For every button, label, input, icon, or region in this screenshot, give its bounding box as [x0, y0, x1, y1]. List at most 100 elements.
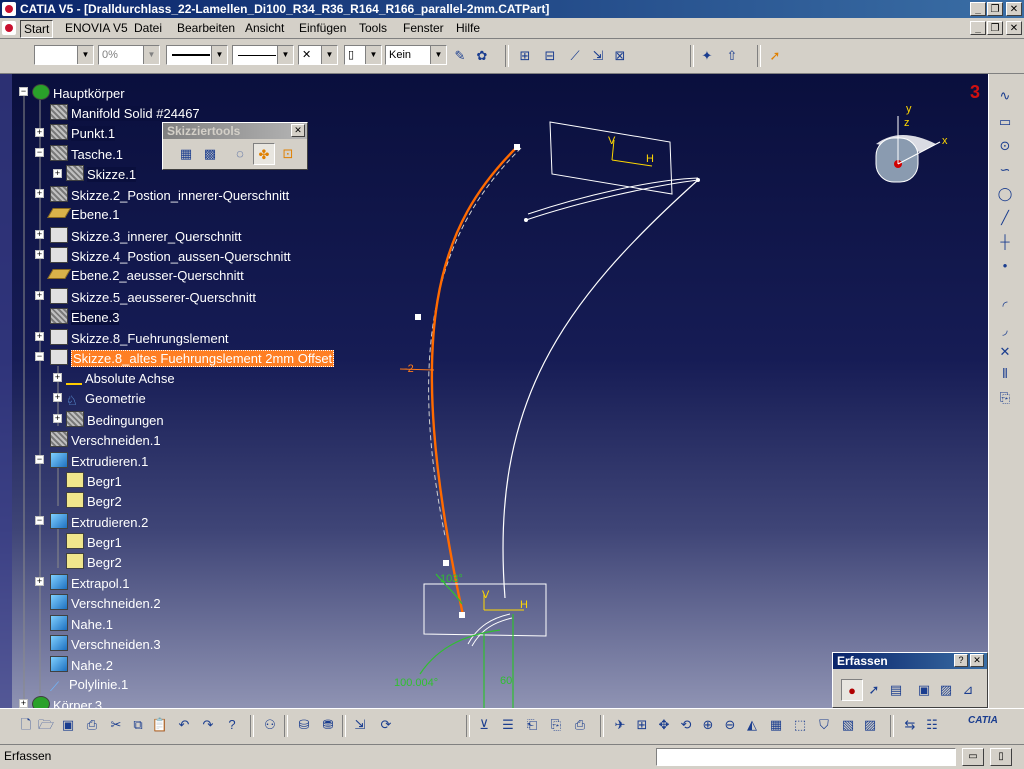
menu-start[interactable]: Start: [20, 20, 54, 38]
tree-item[interactable]: Ebene.1: [47, 206, 119, 224]
tree-item[interactable]: Skizze.1: [66, 165, 137, 183]
tree-item[interactable]: Manifold Solid #24467: [50, 104, 200, 122]
erfassen-close-button[interactable]: ✕: [970, 654, 984, 667]
exit-workbench-icon[interactable]: ⇧: [722, 46, 742, 66]
project-icon[interactable]: ⎘: [995, 388, 1015, 408]
ellipse-icon[interactable]: ◯: [995, 184, 1015, 204]
geometric-constraint-icon[interactable]: ✤: [253, 143, 275, 165]
tree-item[interactable]: Verschneiden.3: [50, 635, 161, 653]
menu-enovia[interactable]: ENOVIA V5: [62, 20, 131, 36]
doc-close-button[interactable]: ✕: [1006, 21, 1022, 35]
tree-item[interactable]: Skizze.2_Postion_innerer-Querschnitt: [50, 186, 289, 204]
geometric-constraints-icon[interactable]: ⇲: [588, 46, 608, 66]
tree-item[interactable]: Absolute Achse: [66, 370, 175, 388]
restore-button[interactable]: ❐: [987, 2, 1003, 16]
construction-icon[interactable]: ⟋: [565, 46, 585, 66]
tree-item[interactable]: Begr2: [66, 553, 122, 571]
snap-icon[interactable]: ⊟: [540, 46, 560, 66]
whats-this-icon[interactable]: ?: [222, 715, 242, 735]
tree-scrollbar[interactable]: [0, 74, 12, 708]
iso-view-icon[interactable]: ⬚: [790, 715, 810, 735]
tree-item[interactable]: ♘ Geometrie: [66, 390, 146, 408]
select-capture-icon[interactable]: ➚: [863, 679, 885, 701]
hide-icon[interactable]: ▧: [838, 715, 858, 735]
menu-hilfe[interactable]: Hilfe: [453, 20, 483, 36]
open-icon[interactable]: 🗁: [36, 715, 56, 735]
profile-icon[interactable]: ∿: [995, 86, 1015, 106]
normal-to-icon[interactable]: ◭: [742, 715, 762, 735]
quick-view-icon[interactable]: ▦: [766, 715, 786, 735]
menu-fenster[interactable]: Fenster: [400, 20, 447, 36]
tree-item[interactable]: Skizze.5_aeusserer-Querschnitt: [50, 288, 256, 306]
axis-tool-icon[interactable]: ┼: [995, 232, 1015, 252]
document-icon[interactable]: [2, 21, 16, 35]
menu-tools[interactable]: Tools: [356, 20, 390, 36]
select-arrow-icon[interactable]: ➚: [765, 46, 785, 66]
save-icon[interactable]: ▣: [58, 715, 78, 735]
tree-item[interactable]: Skizze.3_innerer_Querschnitt: [50, 227, 242, 245]
rotate-icon[interactable]: ⟲: [676, 715, 696, 735]
sketch-solving-icon[interactable]: ⛃: [318, 715, 338, 735]
exit-sketcher-icon[interactable]: ⇲: [350, 715, 370, 735]
minimize-button[interactable]: _: [970, 2, 986, 16]
corner-icon[interactable]: ◜: [995, 296, 1015, 316]
snap-to-point-icon[interactable]: ▩: [199, 143, 221, 165]
tree-item[interactable]: Skizze.4_Postion_aussen-Querschnitt: [50, 247, 291, 265]
copy-icon[interactable]: ⧉: [128, 715, 148, 735]
tree-item[interactable]: Nahe.1: [50, 615, 113, 633]
box-capture-icon[interactable]: ▣: [913, 679, 935, 701]
circle-icon[interactable]: ⊙: [995, 136, 1015, 156]
point-symbol-combo[interactable]: ✕ ▼: [298, 45, 338, 65]
sketch-geometry[interactable]: -2 103° 100.004° 60 V H V H y z x 3: [0, 74, 988, 708]
tree-item[interactable]: Verschneiden.1: [50, 431, 161, 449]
tree-item[interactable]: Extrudieren.2: [50, 513, 148, 531]
knowledge-icon[interactable]: ⚇: [260, 715, 280, 735]
catalog-icon[interactable]: ☷: [922, 715, 942, 735]
tree-item[interactable]: Punkt.1: [50, 124, 116, 142]
record-icon[interactable]: ●: [841, 679, 863, 701]
image-capture-icon[interactable]: ▨: [935, 679, 957, 701]
point-tool-icon[interactable]: •: [995, 256, 1015, 276]
render-style-icon[interactable]: ⛉: [814, 715, 834, 735]
tree-item[interactable]: Ebene.2_aeusser-Querschnitt: [47, 267, 244, 285]
layer-combo[interactable]: Kein ▼: [385, 45, 447, 65]
line-icon[interactable]: ╱: [995, 208, 1015, 228]
measure-icon[interactable]: ⇆: [900, 715, 920, 735]
tree-item[interactable]: Extrudieren.1: [50, 452, 148, 470]
render-style-combo[interactable]: ▯ ▼: [344, 45, 382, 65]
catia-app-icon[interactable]: [2, 2, 16, 16]
tree-item[interactable]: Körper.3: [32, 696, 102, 708]
dimensional-constraints-icon[interactable]: ⊠: [610, 46, 630, 66]
grid-icon[interactable]: ▦: [175, 143, 197, 165]
tree-item[interactable]: Skizze.8_Fuehrungslement: [50, 329, 229, 347]
tree-item[interactable]: Begr1: [66, 533, 122, 551]
tree-item[interactable]: Tasche.1: [50, 145, 123, 163]
skizziertools-title[interactable]: Skizziertools: [163, 123, 307, 139]
spline-icon[interactable]: ∽: [995, 160, 1015, 180]
sketch-analysis-icon[interactable]: ⛁: [294, 715, 314, 735]
erfassen-help-button[interactable]: ?: [954, 654, 968, 667]
update-icon[interactable]: ⟳: [376, 715, 396, 735]
command-button-1[interactable]: ▭: [962, 748, 984, 766]
transparency-combo[interactable]: 0% ▼: [98, 45, 160, 65]
tree-item[interactable]: Nahe.2: [50, 656, 113, 674]
command-button-2[interactable]: ▯: [990, 748, 1012, 766]
pan-icon[interactable]: ✥: [654, 715, 674, 735]
skizziertools-close-button[interactable]: ✕: [291, 124, 305, 137]
tree-item[interactable]: Extrapol.1: [50, 574, 130, 592]
fill-color-combo[interactable]: ▼: [34, 45, 94, 65]
fit-all-icon[interactable]: ⊞: [632, 715, 652, 735]
redo-icon[interactable]: ↷: [198, 715, 218, 735]
construction-element-icon[interactable]: ◌: [229, 143, 251, 165]
zoom-out-icon[interactable]: ⊖: [720, 715, 740, 735]
doc-restore-button[interactable]: ❐: [987, 21, 1003, 35]
layer-filter-icon[interactable]: ✎: [450, 46, 470, 66]
tree-item[interactable]: Begr1: [66, 472, 122, 490]
command-input[interactable]: [656, 748, 956, 766]
tree-item[interactable]: Verschneiden.2: [50, 594, 161, 612]
tree-item[interactable]: Ebene.3: [50, 308, 120, 326]
menu-datei[interactable]: Datei: [131, 20, 165, 36]
select-icon[interactable]: ⊞: [515, 46, 535, 66]
menu-ansicht[interactable]: Ansicht: [242, 20, 287, 36]
3d-viewport[interactable]: -2 103° 100.004° 60 V H V H y z x 3 − Ha…: [0, 74, 988, 708]
